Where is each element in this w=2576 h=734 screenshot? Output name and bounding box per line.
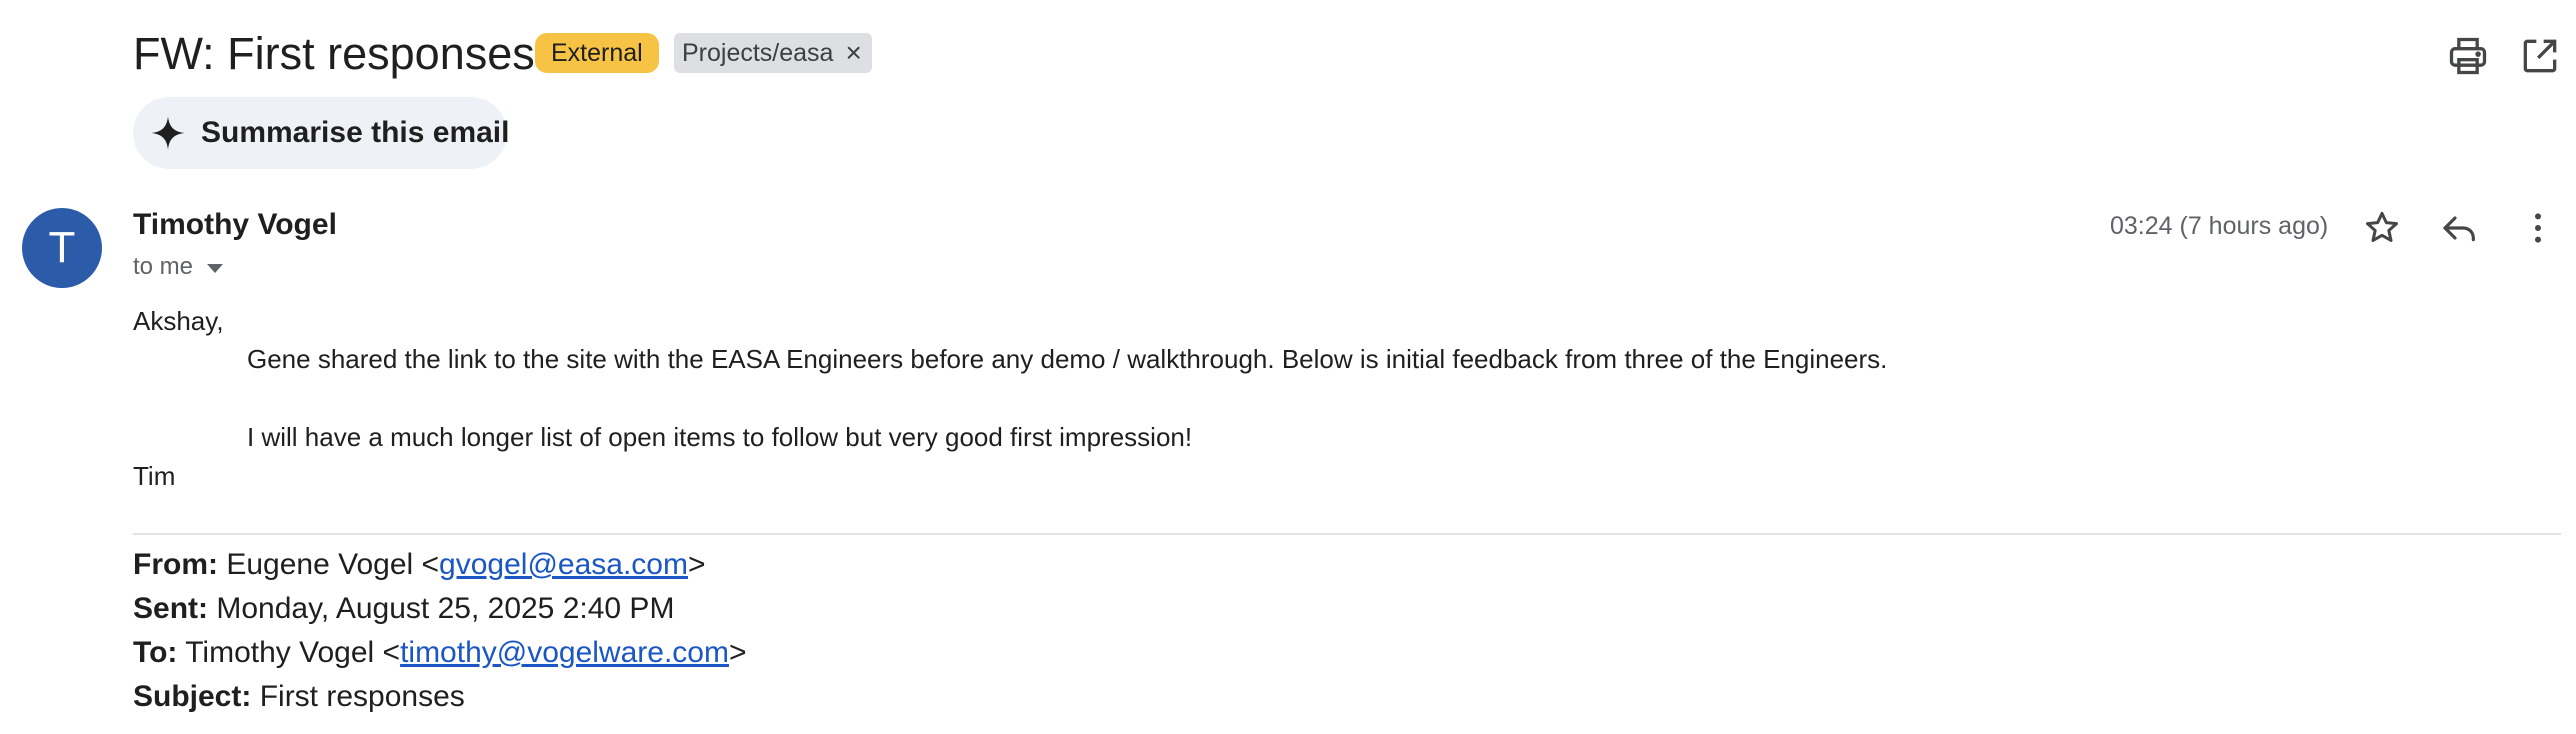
reply-icon[interactable] bbox=[2440, 208, 2480, 248]
summarise-label: Summarise this email bbox=[201, 116, 510, 149]
to-close: > bbox=[728, 636, 747, 669]
email-timestamp: 03:24 (7 hours ago) bbox=[2110, 212, 2329, 240]
star-icon[interactable] bbox=[2362, 208, 2402, 248]
from-close: > bbox=[687, 548, 706, 581]
sender-name[interactable]: Timothy Vogel bbox=[133, 208, 337, 242]
to-name: Timothy Vogel < bbox=[185, 636, 401, 669]
to-label: To: bbox=[133, 636, 178, 669]
print-icon[interactable] bbox=[2446, 34, 2490, 78]
subject-value: First responses bbox=[259, 680, 465, 713]
sent-label: Sent: bbox=[133, 592, 208, 625]
caret-down-icon bbox=[207, 264, 224, 273]
label-chip-text: Projects/easa bbox=[682, 39, 834, 67]
body-signoff: Tim bbox=[133, 461, 176, 491]
from-name: Eugene Vogel < bbox=[226, 548, 440, 581]
forwarded-sent-line: Sent: Monday, August 25, 2025 2:40 PM bbox=[133, 592, 674, 626]
sent-value: Monday, August 25, 2025 2:40 PM bbox=[216, 592, 675, 625]
from-label: From: bbox=[133, 548, 218, 581]
email-subject: FW: First responses bbox=[133, 28, 535, 79]
body-greeting: Akshay, bbox=[133, 306, 224, 336]
recipient-summary: to me bbox=[133, 253, 194, 280]
forwarded-subject-line: Subject: First responses bbox=[133, 680, 465, 714]
avatar[interactable]: T bbox=[22, 208, 102, 288]
more-vertical-icon[interactable] bbox=[2518, 208, 2558, 248]
summarise-email-button[interactable]: Summarise this email bbox=[133, 97, 510, 169]
from-email-link[interactable]: gvogel@easa.com bbox=[439, 548, 688, 581]
body-paragraph: I will have a much longer list of open i… bbox=[247, 422, 1193, 452]
body-paragraph: Gene shared the link to the site with th… bbox=[247, 344, 1888, 374]
remove-label-icon[interactable]: × bbox=[845, 33, 861, 73]
sparkle-icon bbox=[150, 115, 186, 151]
label-chip-projects[interactable]: Projects/easa × bbox=[674, 33, 872, 73]
open-in-new-window-icon[interactable] bbox=[2518, 34, 2562, 78]
divider bbox=[133, 533, 2561, 535]
to-email-link[interactable]: timothy@vogelware.com bbox=[400, 636, 729, 669]
label-chip-external[interactable]: External bbox=[535, 33, 659, 73]
forwarded-to-line: To: Timothy Vogel <timothy@vogelware.com… bbox=[133, 636, 747, 670]
recipient-details-toggle[interactable]: to me bbox=[133, 253, 224, 281]
forwarded-from-line: From: Eugene Vogel <gvogel@easa.com> bbox=[133, 548, 706, 582]
subject-label: Subject: bbox=[133, 680, 252, 713]
